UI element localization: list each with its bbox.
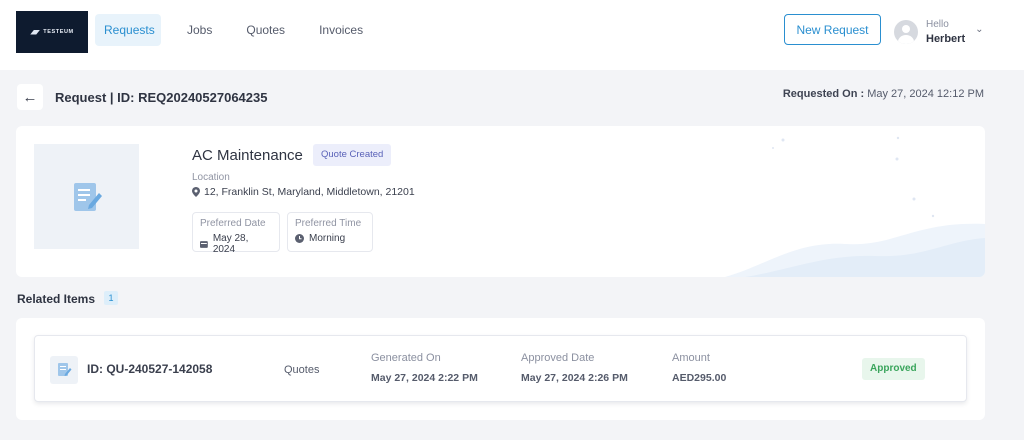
nav-item-jobs[interactable]: Jobs xyxy=(178,14,221,46)
user-greeting: Hello xyxy=(926,19,949,30)
related-items-card: ID: QU-240527-142058 Quotes Generated On… xyxy=(16,318,985,420)
page-title: Request | ID: REQ20240527064235 xyxy=(55,90,268,105)
approved-date-label: Approved Date xyxy=(521,352,595,364)
preferred-date-box: Preferred Date May 28, 2024 xyxy=(192,212,280,255)
user-name: Herbert xyxy=(926,33,966,45)
preferred-date: May 28, 2024 xyxy=(200,233,272,255)
preferred-time-label: Preferred Time xyxy=(295,218,362,229)
approved-date-col: Approved Date May 27, 2024 2:26 PM xyxy=(521,352,628,384)
generated-on-value: May 27, 2024 2:22 PM xyxy=(371,372,478,384)
approved-status-badge: Approved xyxy=(862,358,925,380)
related-item-type: Quotes xyxy=(284,364,320,376)
nav-item-quotes[interactable]: Quotes xyxy=(237,14,294,46)
request-title: AC Maintenance xyxy=(192,147,303,164)
location-value: 12, Franklin St, Maryland, Middletown, 2… xyxy=(192,186,415,198)
requested-on-label: Requested On : xyxy=(782,88,865,100)
logo-text: TESTEUM xyxy=(43,29,74,35)
calendar-icon xyxy=(200,241,208,248)
requested-on-value: May 27, 2024 12:12 PM xyxy=(867,88,984,100)
generated-on-label: Generated On xyxy=(371,352,441,364)
user-info: Hello Herbert xyxy=(926,18,965,46)
map-pin-icon xyxy=(192,187,200,197)
nav-item-invoices[interactable]: Invoices xyxy=(310,14,372,46)
nav-item-requests[interactable]: Requests xyxy=(95,14,161,46)
related-items-title: Related Items xyxy=(17,292,96,306)
preferred-date-value: May 28, 2024 xyxy=(212,233,249,255)
requested-on: Requested On : May 27, 2024 12:12 PM xyxy=(783,88,984,100)
generated-on-col: Generated On May 27, 2024 2:22 PM xyxy=(371,352,478,384)
related-item-row[interactable]: ID: QU-240527-142058 Quotes Generated On… xyxy=(34,335,967,402)
amount-label: Amount xyxy=(672,352,710,364)
back-arrow-icon[interactable]: ← xyxy=(17,84,43,110)
main-nav: Requests Jobs Quotes Invoices xyxy=(95,14,380,46)
amount-col: Amount AED295.00 xyxy=(672,352,726,384)
request-thumbnail xyxy=(34,144,139,249)
request-details-card: AC Maintenance Quote Created Location 12… xyxy=(16,126,985,277)
document-edit-icon xyxy=(73,182,102,211)
top-navigation-bar: TESTEUM Requests Jobs Quotes Invoices Ne… xyxy=(0,0,1024,70)
status-badge: Quote Created xyxy=(313,144,392,166)
user-menu[interactable]: Hello Herbert ⌄ xyxy=(894,14,984,50)
clock-icon xyxy=(295,234,304,243)
preferred-time: Morning xyxy=(295,233,365,244)
decorative-background xyxy=(725,136,985,277)
amount-value: AED295.00 xyxy=(672,372,727,384)
preferred-date-label: Preferred Date xyxy=(200,218,266,229)
avatar xyxy=(894,20,918,44)
logo-mark-icon xyxy=(30,29,41,35)
approved-date-value: May 27, 2024 2:26 PM xyxy=(521,372,628,384)
related-item-id: ID: QU-240527-142058 xyxy=(87,362,213,376)
brand-logo[interactable]: TESTEUM xyxy=(16,11,88,53)
location-text: 12, Franklin St, Maryland, Middletown, 2… xyxy=(204,186,415,198)
quote-document-icon xyxy=(50,356,78,384)
location-label: Location xyxy=(192,172,230,183)
preferred-time-value: Morning xyxy=(309,233,346,244)
new-request-button[interactable]: New Request xyxy=(784,14,881,45)
chevron-down-icon[interactable]: ⌄ xyxy=(975,24,983,35)
preferred-time-box: Preferred Time Morning xyxy=(287,212,373,252)
related-items-count: 1 xyxy=(104,291,118,305)
